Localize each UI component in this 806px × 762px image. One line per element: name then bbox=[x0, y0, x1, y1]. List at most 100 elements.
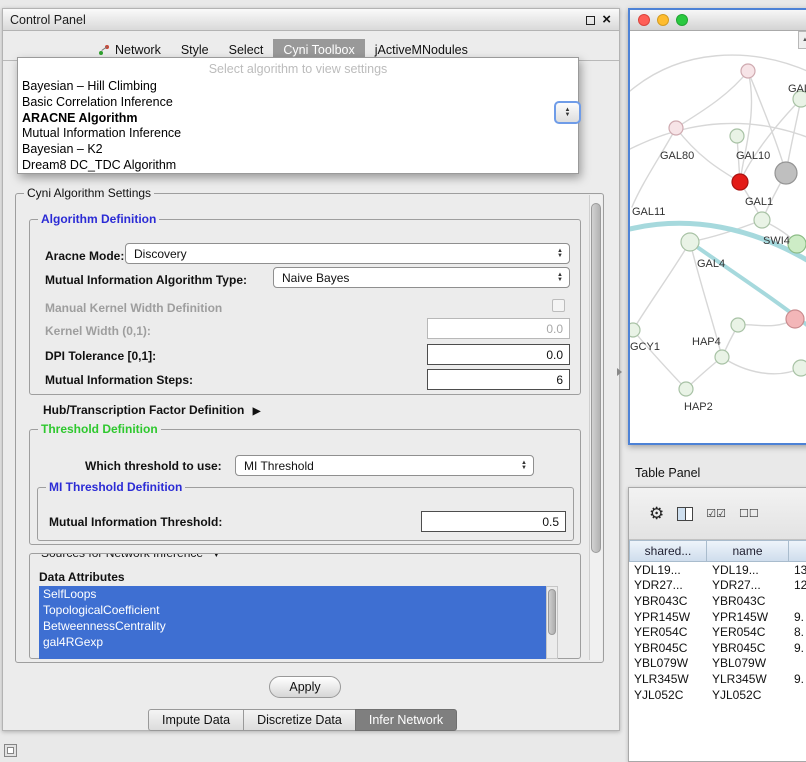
select-all-checks-icon[interactable]: ☑☑ bbox=[706, 507, 726, 520]
algorithm-option[interactable]: Dream8 DC_TDC Algorithm bbox=[18, 158, 578, 174]
algorithm-definition-title: Algorithm Definition bbox=[38, 212, 159, 226]
network-edge[interactable] bbox=[630, 55, 806, 91]
network-node[interactable] bbox=[754, 212, 770, 228]
table-cell: 9. bbox=[789, 672, 806, 686]
sources-group-toggle[interactable]: Sources for Network Inference ▼ bbox=[38, 553, 224, 560]
bottom-tab-infer-network[interactable]: Infer Network bbox=[355, 709, 457, 731]
algorithm-combo-button[interactable]: ▲▼ bbox=[554, 101, 581, 124]
network-edge[interactable] bbox=[633, 242, 690, 330]
hub-definition-toggle[interactable]: Hub/Transcription Factor Definition ▶ bbox=[43, 403, 260, 417]
which-threshold-select[interactable]: MI Threshold ▲▼ bbox=[235, 455, 534, 476]
network-node[interactable] bbox=[741, 64, 755, 78]
column-header[interactable]: shared... bbox=[629, 540, 707, 562]
expand-icon: ▶ bbox=[253, 406, 261, 417]
threshold-definition-title: Threshold Definition bbox=[38, 422, 161, 436]
network-node[interactable] bbox=[788, 235, 806, 253]
apply-button[interactable]: Apply bbox=[269, 676, 341, 698]
minimized-panel-icon[interactable] bbox=[4, 744, 17, 757]
algorithm-option[interactable]: Mutual Information Inference bbox=[18, 126, 578, 142]
deselect-all-checks-icon[interactable]: ☐☐ bbox=[739, 507, 759, 520]
network-edge[interactable] bbox=[633, 330, 686, 389]
column-header[interactable]: name bbox=[707, 540, 789, 562]
mi-algorithm-type-select[interactable]: Naive Bayes ▲▼ bbox=[273, 267, 570, 288]
algorithm-option[interactable]: ARACNE Algorithm bbox=[18, 111, 578, 127]
kernel-width-label: Kernel Width (0,1): bbox=[45, 324, 151, 338]
field-value: 0.0 bbox=[546, 322, 563, 336]
table-cell: YBL079W bbox=[629, 656, 707, 670]
network-node[interactable] bbox=[679, 382, 693, 396]
selected-value: Discovery bbox=[134, 247, 187, 261]
network-scrollbar[interactable]: ▲ bbox=[798, 31, 806, 49]
table-row[interactable]: YDL19...YDL19...13 bbox=[629, 562, 806, 578]
close-traffic-light[interactable] bbox=[638, 14, 650, 26]
network-window-titlebar[interactable] bbox=[630, 10, 806, 31]
algorithm-option[interactable]: Bayesian – K2 bbox=[18, 142, 578, 158]
network-edge[interactable] bbox=[740, 71, 752, 182]
split-pane-toggle-icon[interactable] bbox=[617, 368, 622, 376]
tab-label: jActiveMNodules bbox=[375, 43, 468, 57]
network-edge[interactable] bbox=[630, 123, 806, 149]
close-window-icon[interactable]: × bbox=[602, 14, 611, 26]
control-panel-window: Control Panel × NetworkStyleSelectCyni T… bbox=[2, 8, 620, 731]
network-node[interactable] bbox=[669, 121, 683, 135]
table-cell: YDL19... bbox=[629, 563, 707, 577]
table-row[interactable]: YLR345WYLR345W9. bbox=[629, 671, 806, 687]
settings-scrollbar[interactable] bbox=[589, 195, 602, 660]
kernel-width-field[interactable]: 0.0 bbox=[427, 318, 570, 339]
network-edge[interactable] bbox=[676, 71, 748, 128]
manual-kernel-width-label: Manual Kernel Width Definition bbox=[45, 301, 222, 315]
column-header[interactable] bbox=[789, 540, 806, 562]
table-cell: YER054C bbox=[629, 625, 707, 639]
table-row[interactable]: YPR145WYPR145W9. bbox=[629, 609, 806, 625]
columns-icon[interactable] bbox=[677, 507, 693, 521]
dpi-tolerance-field[interactable]: 0.0 bbox=[427, 344, 570, 365]
selected-value: MI Threshold bbox=[244, 459, 314, 473]
minimize-traffic-light[interactable] bbox=[657, 14, 669, 26]
network-node[interactable] bbox=[793, 360, 806, 376]
aracne-mode-select[interactable]: Discovery ▲▼ bbox=[125, 243, 570, 264]
attribute-item[interactable]: BetweennessCentrality bbox=[39, 618, 558, 634]
tab-label: Cyni Toolbox bbox=[283, 43, 354, 57]
attribute-item[interactable]: TopologicalCoefficient bbox=[39, 602, 558, 618]
network-node[interactable] bbox=[681, 233, 699, 251]
table-row[interactable]: YER054CYER054C8. bbox=[629, 624, 806, 640]
table-row[interactable]: YDR27...YDR27...12 bbox=[629, 578, 806, 594]
scrollbar-thumb[interactable] bbox=[548, 589, 556, 635]
network-node[interactable] bbox=[775, 162, 797, 184]
bottom-tab-discretize-data[interactable]: Discretize Data bbox=[243, 709, 356, 731]
algorithm-option[interactable]: Basic Correlation Inference bbox=[18, 95, 578, 111]
float-window-icon[interactable] bbox=[586, 16, 595, 25]
attribute-item[interactable]: gal4RGexp bbox=[39, 634, 558, 650]
network-node[interactable] bbox=[786, 310, 804, 328]
algorithm-option[interactable]: Bayesian – Hill Climbing bbox=[18, 79, 578, 95]
table-row[interactable]: YBL079WYBL079W bbox=[629, 656, 806, 672]
network-canvas[interactable]: GAL80GAL10GAL11GAL1SWI4GAL4GCY1HAP4HAP2G… bbox=[630, 31, 806, 443]
network-node[interactable] bbox=[731, 318, 745, 332]
control-panel-titlebar[interactable]: Control Panel × bbox=[3, 9, 619, 31]
mi-threshold-field[interactable]: 0.5 bbox=[421, 511, 566, 532]
attributes-scrollbar[interactable] bbox=[546, 586, 558, 659]
zoom-traffic-light[interactable] bbox=[676, 14, 688, 26]
manual-kernel-width-checkbox[interactable] bbox=[552, 299, 565, 312]
attribute-item[interactable]: SelfLoops bbox=[39, 586, 558, 602]
scrollbar-thumb[interactable] bbox=[591, 203, 601, 553]
network-view-window: GAL80GAL10GAL11GAL1SWI4GAL4GCY1HAP4HAP2G… bbox=[628, 8, 806, 445]
network-node[interactable] bbox=[730, 129, 744, 143]
cyni-bottom-tabs: Impute DataDiscretize DataInfer Network bbox=[149, 709, 457, 731]
network-edge[interactable] bbox=[722, 357, 801, 374]
bottom-tab-impute-data[interactable]: Impute Data bbox=[148, 709, 244, 731]
algorithm-options: Bayesian – Hill ClimbingBasic Correlatio… bbox=[18, 79, 578, 174]
network-node[interactable] bbox=[732, 174, 748, 190]
network-edge[interactable] bbox=[632, 128, 676, 207]
table-row[interactable]: YBR045CYBR045C9. bbox=[629, 640, 806, 656]
selected-value: Naive Bayes bbox=[282, 271, 349, 285]
window-controls: × bbox=[586, 14, 611, 26]
table-row[interactable]: YBR043CYBR043C bbox=[629, 593, 806, 609]
aracne-mode-label: Aracne Mode: bbox=[45, 249, 124, 263]
table-row[interactable]: YJL052CYJL052C bbox=[629, 687, 806, 703]
network-node[interactable] bbox=[630, 323, 640, 337]
table-cell: YBR043C bbox=[707, 594, 789, 608]
network-node[interactable] bbox=[715, 350, 729, 364]
mi-steps-field[interactable]: 6 bbox=[427, 369, 570, 390]
gear-icon[interactable]: ⚙ bbox=[649, 505, 664, 522]
